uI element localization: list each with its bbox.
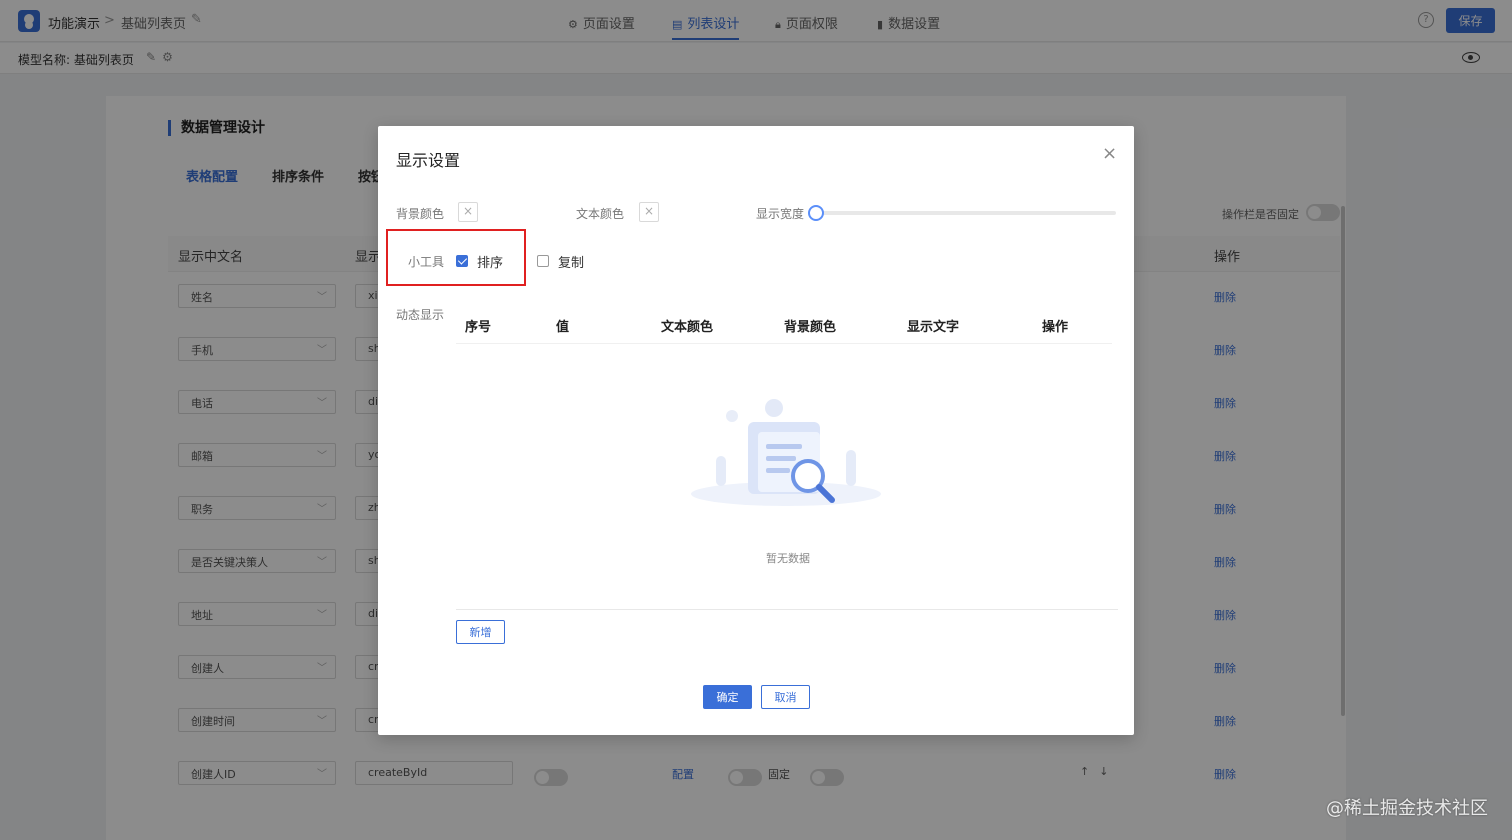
dynamic-table-header: 序号 值 文本颜色 背景颜色 显示文字 操作 <box>456 306 1112 344</box>
col-action: 操作 <box>1042 320 1069 335</box>
empty-data-illustration <box>691 399 881 506</box>
col-value: 值 <box>556 320 570 335</box>
copy-checkbox[interactable] <box>537 255 549 267</box>
sort-checkbox[interactable] <box>456 255 468 267</box>
text-color-label: 文本颜色 <box>576 207 625 221</box>
cancel-button[interactable]: 取消 <box>761 685 810 709</box>
bg-color-picker[interactable] <box>458 202 478 222</box>
bg-color-label: 背景颜色 <box>396 207 445 221</box>
width-slider-handle[interactable] <box>808 205 824 221</box>
modal-title: 显示设置 <box>396 151 461 170</box>
empty-text: 暂无数据 <box>766 552 810 565</box>
col-text-color: 文本颜色 <box>661 320 714 335</box>
col-index: 序号 <box>465 320 492 335</box>
add-button[interactable]: 新增 <box>456 620 505 644</box>
confirm-button[interactable]: 确定 <box>703 685 752 709</box>
display-settings-modal: 显示设置 × 背景颜色 文本颜色 显示宽度 小工具 排序 复制 动态显示 序号 … <box>378 126 1134 735</box>
close-icon[interactable]: × <box>1102 143 1117 164</box>
col-display-text: 显示文字 <box>907 320 960 335</box>
width-slider-track[interactable] <box>816 211 1116 215</box>
dynamic-display-label: 动态显示 <box>396 308 445 322</box>
sort-checkbox-label[interactable]: 排序 <box>477 252 503 271</box>
tools-label: 小工具 <box>408 255 445 269</box>
width-label: 显示宽度 <box>756 207 805 221</box>
text-color-picker[interactable] <box>639 202 659 222</box>
copy-checkbox-label[interactable]: 复制 <box>558 252 584 271</box>
divider <box>456 609 1118 610</box>
col-bg-color: 背景颜色 <box>784 320 837 335</box>
watermark: @稀土掘金技术社区 <box>1326 798 1488 819</box>
